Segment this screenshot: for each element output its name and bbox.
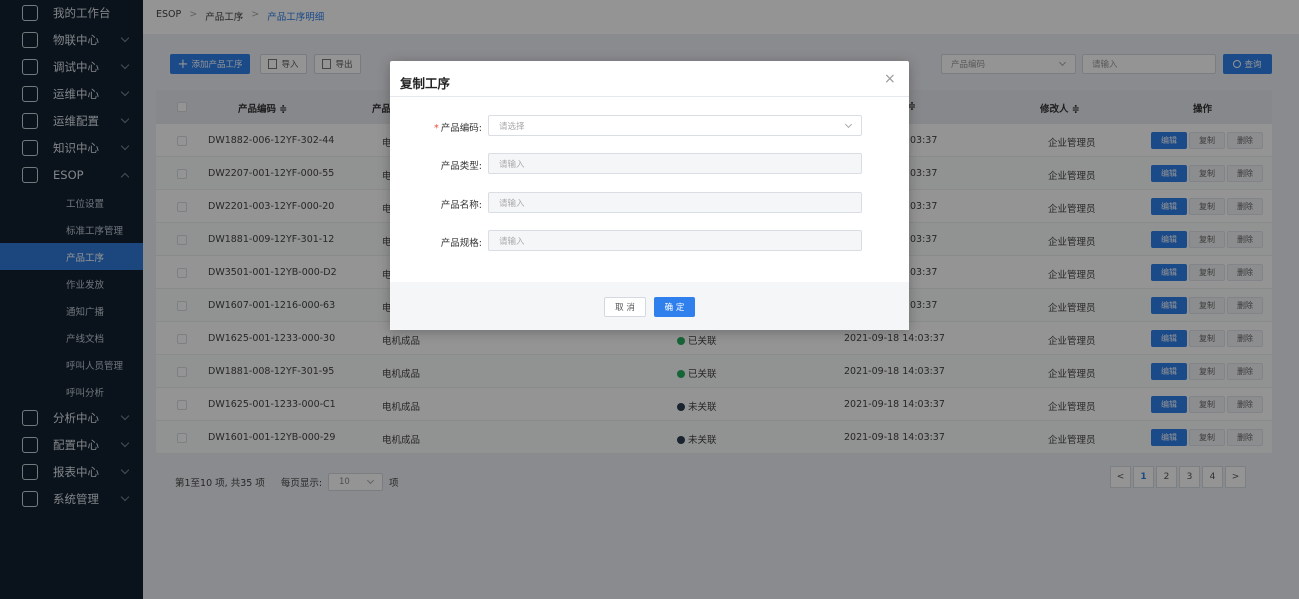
- field-label-text: 产品规格:: [440, 238, 482, 249]
- confirm-button[interactable]: 确 定: [654, 297, 695, 317]
- copy-process-dialog: 复制工序 × * 产品编码: 请选择 产品类型: 请输入 产品名称: 请输入 产品规格: 请输入…: [390, 61, 909, 330]
- field-label-text: 产品类型:: [440, 161, 482, 172]
- field-input[interactable]: 请输入: [488, 230, 862, 251]
- close-icon[interactable]: ×: [884, 71, 896, 87]
- field-placeholder: 请输入: [499, 198, 525, 209]
- dialog-footer: [390, 282, 909, 330]
- field-label: 产品名称:: [441, 197, 482, 211]
- field-placeholder: 请输入: [499, 236, 525, 247]
- form-row: 产品规格: 请输入: [390, 230, 909, 252]
- dialog-title: 复制工序: [400, 76, 451, 91]
- product-code-select[interactable]: 请选择: [488, 115, 862, 136]
- field-placeholder: 请输入: [499, 159, 525, 170]
- field-placeholder: 请选择: [499, 121, 525, 132]
- chevron-down-icon: [844, 120, 853, 129]
- field-label-text: 产品名称:: [440, 200, 482, 211]
- field-input[interactable]: 请输入: [488, 153, 862, 174]
- form-row: 产品类型: 请输入: [390, 153, 909, 175]
- dialog-divider: [390, 96, 909, 97]
- field-label: * 产品编码:: [434, 120, 482, 134]
- form-row: * 产品编码: 请选择: [390, 115, 909, 137]
- required-marker: *: [434, 123, 439, 134]
- cancel-button[interactable]: 取 消: [604, 297, 646, 317]
- field-input[interactable]: 请输入: [488, 192, 862, 213]
- field-label: 产品规格:: [441, 235, 482, 249]
- field-label: 产品类型:: [441, 158, 482, 172]
- form-row: 产品名称: 请输入: [390, 192, 909, 214]
- field-label-text: 产品编码:: [440, 123, 482, 134]
